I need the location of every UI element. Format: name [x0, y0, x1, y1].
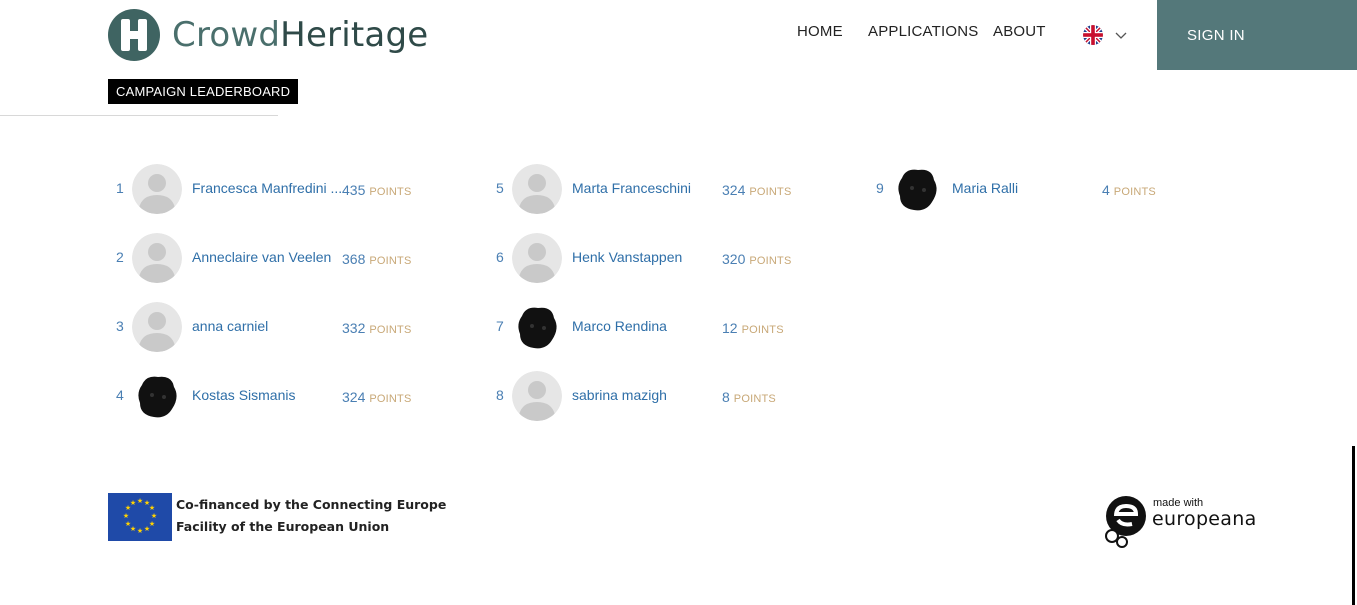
avatar[interactable]	[132, 302, 182, 352]
rank-number: 2	[116, 249, 124, 265]
points-value: 368 POINTS	[342, 249, 412, 268]
leaderboard-entry: 3 anna carniel 332 POINTS	[116, 302, 476, 352]
leaderboard-entry: 6 Henk Vanstappen 320 POINTS	[496, 233, 856, 283]
leaderboard-entry: 4 Kostas Sismanis 324 POINTS	[116, 371, 476, 421]
points-number: 8	[722, 389, 730, 405]
rank-number: 6	[496, 249, 504, 265]
leaderboard-entry: 2 Anneclaire van Veelen 368 POINTS	[116, 233, 476, 283]
leaderboard-entry: 1 Francesca Manfredini ... 435 POINTS	[116, 164, 476, 214]
points-value: 324 POINTS	[722, 180, 792, 199]
page-badge: CAMPAIGN LEADERBOARD	[108, 79, 299, 104]
points-value: 4 POINTS	[1102, 180, 1156, 199]
points-label: POINTS	[733, 393, 776, 405]
svg-text:★: ★	[137, 497, 143, 505]
points-number: 12	[722, 320, 738, 336]
points-label: POINTS	[749, 255, 792, 267]
rank-number: 8	[496, 387, 504, 403]
rank-number: 3	[116, 318, 124, 334]
avatar[interactable]	[512, 302, 562, 352]
user-name-link[interactable]: Kostas Sismanis	[192, 387, 295, 403]
svg-text:★: ★	[137, 527, 143, 535]
avatar[interactable]	[132, 233, 182, 283]
chevron-down-icon	[1115, 32, 1127, 39]
points-value: 12 POINTS	[722, 318, 784, 337]
user-name-link[interactable]: sabrina mazigh	[572, 387, 667, 403]
avatar[interactable]	[132, 164, 182, 214]
avatar[interactable]	[892, 164, 942, 214]
user-name-link[interactable]: anna carniel	[192, 318, 268, 334]
points-label: POINTS	[369, 393, 412, 405]
language-selector[interactable]	[1083, 25, 1127, 45]
points-label: POINTS	[741, 324, 784, 336]
rank-number: 5	[496, 180, 504, 196]
made-with-europeana-logo[interactable]: made with europeana	[1104, 492, 1257, 550]
points-value: 320 POINTS	[722, 249, 792, 268]
leaderboard-entry: 5 Marta Franceschini 324 POINTS	[496, 164, 856, 214]
points-label: POINTS	[369, 324, 412, 336]
user-name-link[interactable]: Marco Rendina	[572, 318, 667, 334]
points-label: POINTS	[749, 186, 792, 198]
user-name-link[interactable]: Maria Ralli	[952, 180, 1018, 196]
avatar[interactable]	[512, 233, 562, 283]
nav-home[interactable]: HOME	[797, 23, 843, 40]
points-number: 4	[1102, 182, 1110, 198]
points-value: 8 POINTS	[722, 387, 776, 406]
rank-number: 9	[876, 180, 884, 196]
eu-cofinance-text: Co-financed by the Connecting Europe Fac…	[176, 494, 446, 538]
points-label: POINTS	[369, 255, 412, 267]
svg-text:★: ★	[151, 512, 157, 520]
europeana-mark-icon	[1105, 496, 1146, 548]
points-label: POINTS	[1113, 186, 1156, 198]
svg-text:★: ★	[125, 520, 131, 528]
eu-text-line2: Facility of the European Union	[176, 519, 390, 534]
divider	[0, 115, 278, 116]
sign-in-button[interactable]: SIGN IN	[1157, 0, 1357, 70]
svg-text:★: ★	[130, 499, 136, 507]
leaderboard-entry: 7 Marco Rendina 12 POINTS	[496, 302, 856, 352]
points-number: 324	[722, 182, 746, 198]
points-number: 332	[342, 320, 366, 336]
rank-number: 4	[116, 387, 124, 403]
points-value: 435 POINTS	[342, 180, 412, 199]
user-name-link[interactable]: Marta Franceschini	[572, 180, 691, 196]
points-value: 332 POINTS	[342, 318, 412, 337]
rank-number: 1	[116, 180, 124, 196]
svg-text:★: ★	[144, 525, 150, 533]
svg-text:★: ★	[149, 504, 155, 512]
eu-text-line1: Co-financed by the Connecting Europe	[176, 497, 447, 512]
points-number: 320	[722, 251, 746, 267]
scrollbar[interactable]	[1352, 446, 1355, 605]
nav-about[interactable]: ABOUT	[993, 23, 1046, 40]
leaderboard-entry: 9 Maria Ralli 4 POINTS	[876, 164, 1236, 214]
main-nav: HOME APPLICATIONS ABOUT	[0, 23, 1357, 49]
europeana-wordmark: europeana	[1152, 508, 1257, 530]
user-name-link[interactable]: Francesca Manfredini ...	[192, 180, 342, 196]
points-number: 368	[342, 251, 366, 267]
points-label: POINTS	[369, 186, 412, 198]
user-name-link[interactable]: Henk Vanstappen	[572, 249, 682, 265]
points-number: 324	[342, 389, 366, 405]
uk-flag-icon	[1083, 25, 1103, 45]
svg-text:★: ★	[123, 512, 129, 520]
rank-number: 7	[496, 318, 504, 334]
avatar[interactable]	[132, 371, 182, 421]
points-value: 324 POINTS	[342, 387, 412, 406]
user-name-link[interactable]: Anneclaire van Veelen	[192, 249, 331, 265]
leaderboard-entry: 8 sabrina mazigh 8 POINTS	[496, 371, 856, 421]
avatar[interactable]	[512, 371, 562, 421]
avatar[interactable]	[512, 164, 562, 214]
eu-flag-icon: ★ ★★★ ★★★★ ★★★★	[108, 493, 172, 541]
points-number: 435	[342, 182, 366, 198]
nav-applications[interactable]: APPLICATIONS	[868, 23, 978, 40]
